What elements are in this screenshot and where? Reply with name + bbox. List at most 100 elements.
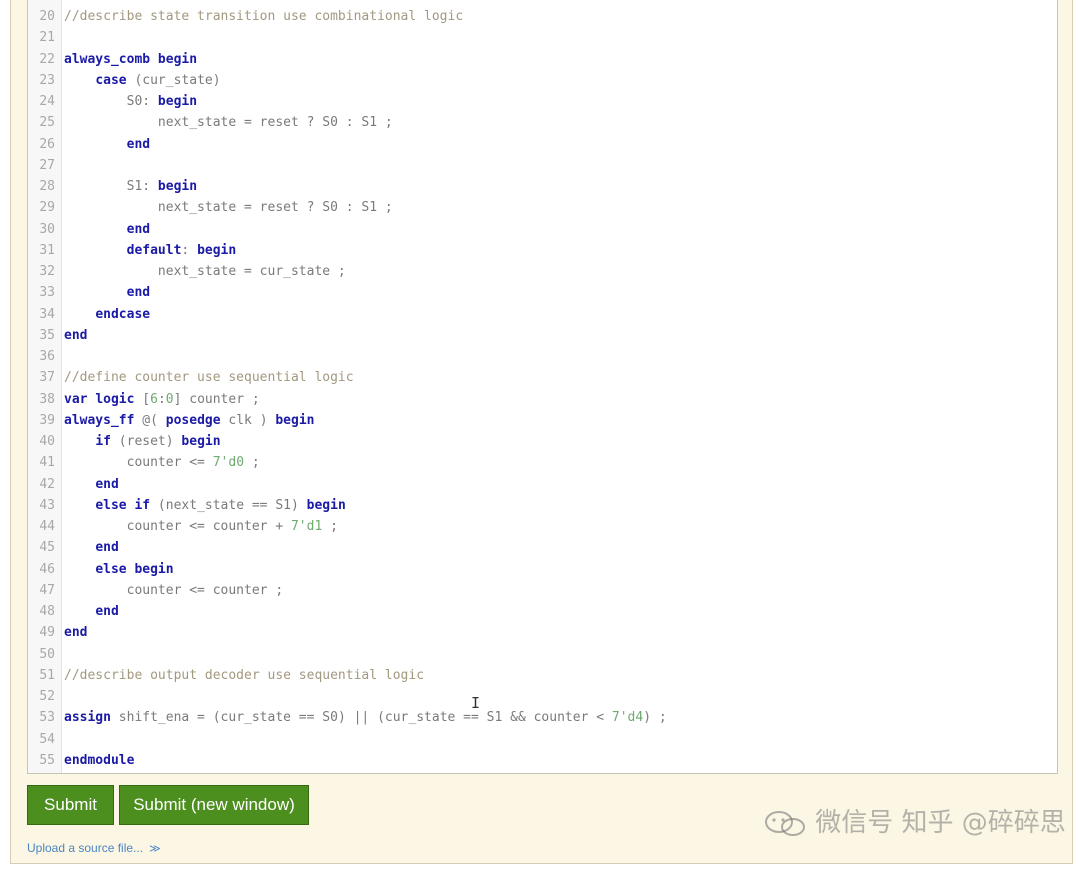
- plain-token: next_state = reset ? S0 : S1 ;: [64, 115, 393, 130]
- wechat-icon: [763, 810, 807, 838]
- number-token: 7'd1: [291, 519, 322, 534]
- line-number: 36: [28, 346, 61, 367]
- code-text: counter <= 7'd0 ;: [64, 452, 260, 473]
- line-number: 55: [28, 750, 61, 771]
- keyword-token: if: [134, 498, 150, 513]
- plain-token: [150, 52, 158, 67]
- code-line[interactable]: 46 else begin: [28, 559, 1057, 580]
- line-number: 49: [28, 622, 61, 643]
- code-line[interactable]: 52: [28, 686, 1057, 707]
- code-line[interactable]: 23 case (cur_state): [28, 70, 1057, 91]
- code-text: endmodule: [64, 750, 134, 771]
- line-number: 24: [28, 91, 61, 112]
- code-line[interactable]: 51//describe output decoder use sequenti…: [28, 665, 1057, 686]
- keyword-token: begin: [307, 498, 346, 513]
- submit-button[interactable]: Submit: [27, 785, 114, 825]
- keyword-token: begin: [158, 52, 197, 67]
- code-line[interactable]: 42 end: [28, 474, 1057, 495]
- code-text: next_state = reset ? S0 : S1 ;: [64, 112, 393, 133]
- code-line[interactable]: 54: [28, 729, 1057, 750]
- code-line[interactable]: 21: [28, 27, 1057, 48]
- line-number: 48: [28, 601, 61, 622]
- code-line[interactable]: 40 if (reset) begin: [28, 431, 1057, 452]
- submit-new-window-button[interactable]: Submit (new window): [119, 785, 309, 825]
- number-token: 7'd0: [213, 455, 244, 470]
- code-text: if (reset) begin: [64, 431, 221, 452]
- code-text: endcase: [64, 304, 150, 325]
- plain-token: counter <= counter +: [64, 519, 291, 534]
- keyword-token: if: [95, 434, 111, 449]
- code-line[interactable]: 38var logic [6:0] counter ;: [28, 389, 1057, 410]
- code-line[interactable]: 55endmodule: [28, 750, 1057, 771]
- line-number: 44: [28, 516, 61, 537]
- plain-token: @(: [134, 413, 165, 428]
- keyword-token: end: [95, 477, 118, 492]
- code-text: S0: begin: [64, 91, 197, 112]
- code-line[interactable]: 43 else if (next_state == S1) begin: [28, 495, 1057, 516]
- line-number: 33: [28, 282, 61, 303]
- code-line[interactable]: 29 next_state = reset ? S0 : S1 ;: [28, 197, 1057, 218]
- code-line[interactable]: 41 counter <= 7'd0 ;: [28, 452, 1057, 473]
- plain-token: [64, 137, 127, 152]
- line-number: 42: [28, 474, 61, 495]
- code-text: always_comb begin: [64, 49, 197, 70]
- plain-token: counter <=: [64, 455, 213, 470]
- keyword-token: end: [127, 137, 150, 152]
- code-text: //define counter use sequential logic: [64, 367, 354, 388]
- line-number: 39: [28, 410, 61, 431]
- text-cursor-icon: I: [471, 694, 480, 712]
- code-line[interactable]: 36: [28, 346, 1057, 367]
- keyword-token: end: [127, 285, 150, 300]
- keyword-token: assign: [64, 710, 111, 725]
- plain-token: ] counter ;: [174, 392, 260, 407]
- plain-token: counter <= counter ;: [64, 583, 283, 598]
- code-line[interactable]: 39always_ff @( posedge clk ) begin: [28, 410, 1057, 431]
- plain-token: [64, 285, 127, 300]
- code-text: default: begin: [64, 240, 236, 261]
- code-line[interactable]: 44 counter <= counter + 7'd1 ;: [28, 516, 1057, 537]
- code-line[interactable]: 28 S1: begin: [28, 176, 1057, 197]
- code-line[interactable]: 34 endcase: [28, 304, 1057, 325]
- line-number: 46: [28, 559, 61, 580]
- line-number: 38: [28, 389, 61, 410]
- line-number: 26: [28, 134, 61, 155]
- code-line[interactable]: 26 end: [28, 134, 1057, 155]
- code-line[interactable]: 53assign shift_ena = (cur_state == S0) |…: [28, 707, 1057, 728]
- chevron-down-icon: ≫: [149, 843, 161, 855]
- code-text: case (cur_state): [64, 70, 221, 91]
- code-line[interactable]: 31 default: begin: [28, 240, 1057, 261]
- code-text: end: [64, 325, 87, 346]
- upload-source-file-link[interactable]: Upload a source file...≫: [27, 841, 161, 855]
- code-line[interactable]: 20//describe state transition use combin…: [28, 6, 1057, 27]
- line-number: 22: [28, 49, 61, 70]
- plain-token: [64, 604, 95, 619]
- line-number: 52: [28, 686, 61, 707]
- code-line[interactable]: 37//define counter use sequential logic: [28, 367, 1057, 388]
- code-line[interactable]: 30 end: [28, 219, 1057, 240]
- code-line[interactable]: 49end: [28, 622, 1057, 643]
- line-number: 40: [28, 431, 61, 452]
- code-line[interactable]: 47 counter <= counter ;: [28, 580, 1057, 601]
- plain-token: [64, 540, 95, 555]
- plain-token: ;: [322, 519, 338, 534]
- line-number: 21: [28, 27, 61, 48]
- line-number: 20: [28, 6, 61, 27]
- code-line[interactable]: 35end: [28, 325, 1057, 346]
- code-lines[interactable]: 20//describe state transition use combin…: [28, 6, 1057, 771]
- plain-token: :: [158, 392, 166, 407]
- code-line[interactable]: 25 next_state = reset ? S0 : S1 ;: [28, 112, 1057, 133]
- code-line[interactable]: 48 end: [28, 601, 1057, 622]
- code-line[interactable]: 45 end: [28, 537, 1057, 558]
- code-line[interactable]: 50: [28, 644, 1057, 665]
- code-line[interactable]: 22always_comb begin: [28, 49, 1057, 70]
- code-line[interactable]: 32 next_state = cur_state ;: [28, 261, 1057, 282]
- code-text: next_state = cur_state ;: [64, 261, 346, 282]
- code-line[interactable]: 27: [28, 155, 1057, 176]
- code-line[interactable]: 24 S0: begin: [28, 91, 1057, 112]
- keyword-token: begin: [275, 413, 314, 428]
- code-line[interactable]: 33 end: [28, 282, 1057, 303]
- plain-token: [64, 222, 127, 237]
- code-editor[interactable]: 20//describe state transition use combin…: [27, 0, 1058, 774]
- plain-token: (reset): [111, 434, 181, 449]
- plain-token: next_state = reset ? S0 : S1 ;: [64, 200, 393, 215]
